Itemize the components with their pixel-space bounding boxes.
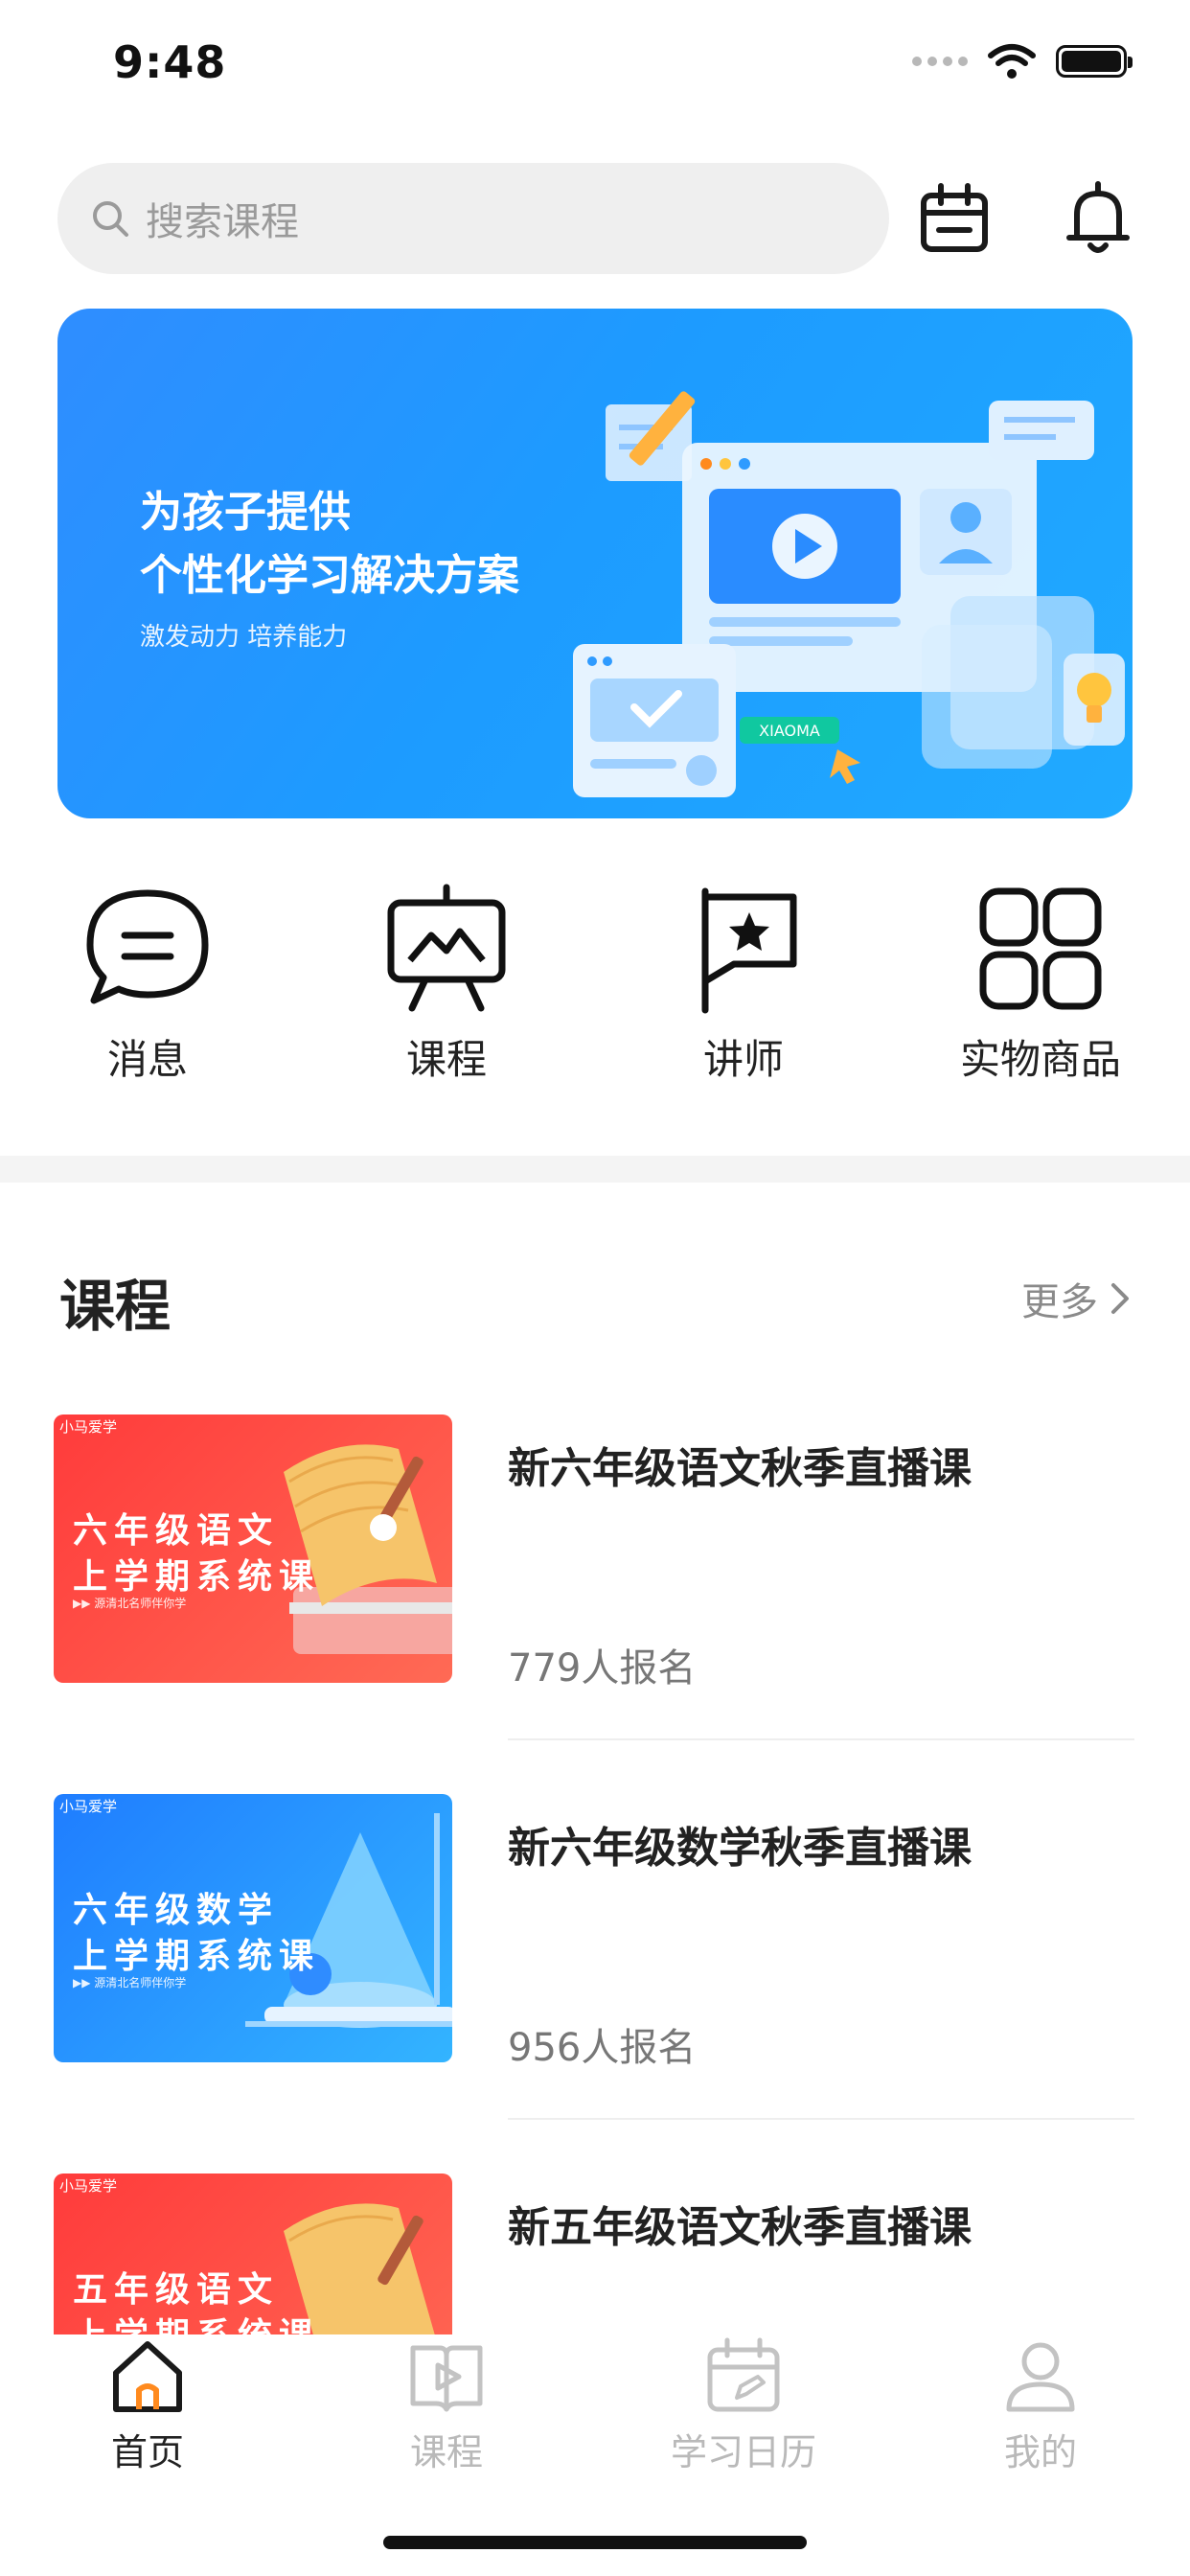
thumb-line1: 六年级数学 — [73, 1891, 280, 1930]
home-indicator — [383, 2536, 807, 2549]
quick-nav: 消息 课程 讲师 实物商品 — [0, 882, 1190, 1102]
course-separator — [508, 1738, 1134, 1740]
presentation-board-icon — [387, 884, 506, 1012]
banner-title-line1: 为孩子提供 — [140, 488, 351, 537]
battery-icon — [1056, 45, 1133, 78]
section-divider — [0, 1156, 1190, 1183]
thumb-brand: 小马爱学 — [59, 1798, 118, 1815]
section-title: 课程 — [59, 1274, 172, 1339]
quick-nav-label: 消息 — [106, 1036, 188, 1083]
course-title: 新六年级语文秋季直播课 — [508, 1444, 972, 1493]
chat-icon — [86, 889, 209, 1004]
thumb-tag: ▶▶ 源清北名师伴你学 — [73, 1597, 187, 1610]
thumb-brand: 小马爱学 — [59, 2177, 118, 2195]
quick-nav-label: 课程 — [405, 1036, 487, 1083]
home-icon — [113, 2341, 182, 2412]
course-card[interactable]: 小马爱学 六年级语文 上学期系统课 ▶▶ 源清北名师伴你学 新六年级语文秋季直播… — [0, 1414, 1190, 1794]
search-input[interactable]: 搜索课程 — [57, 163, 889, 274]
course-separator — [508, 2118, 1134, 2120]
course-thumbnail: 小马爱学 六年级语文 上学期系统课 ▶▶ 源清北名师伴你学 — [54, 1414, 452, 1683]
calendar-icon[interactable] — [914, 178, 995, 259]
status-bar: 9:48 — [0, 0, 1190, 134]
calendar-edit-icon — [707, 2337, 780, 2412]
course-title: 新五年级语文秋季直播课 — [508, 2203, 972, 2252]
chevron-right-icon — [1111, 1283, 1129, 1314]
quick-nav-products[interactable]: 实物商品 — [926, 882, 1156, 1086]
banner-illustration: XIAOMA — [573, 391, 1125, 797]
banner-subtitle: 激发动力 培养能力 — [140, 623, 348, 652]
banner-title-line2: 个性化学习解决方案 — [140, 551, 519, 600]
banner-title: 为孩子提供 个性化学习解决方案 — [140, 481, 519, 608]
course-enroll-count: 956人报名 — [508, 2026, 697, 2070]
tab-profile[interactable]: 我的 — [926, 2334, 1156, 2475]
banner-art-tag: XIAOMA — [759, 722, 820, 740]
star-flag-icon — [701, 887, 797, 1014]
video-book-icon — [410, 2345, 483, 2412]
thumb-line1: 五年级语文 — [73, 2270, 280, 2310]
status-time: 9:48 — [113, 36, 227, 88]
tab-label: 首页 — [110, 2431, 184, 2473]
quick-nav-messages[interactable]: 消息 — [33, 882, 263, 1086]
quick-nav-teachers[interactable]: 讲师 — [629, 882, 858, 1086]
wifi-icon — [988, 44, 1036, 79]
tab-study-calendar[interactable]: 学习日历 — [629, 2334, 858, 2475]
tab-home[interactable]: 首页 — [33, 2334, 263, 2475]
status-icons — [912, 42, 1133, 80]
more-link[interactable]: 更多 — [1021, 1271, 1134, 1326]
thumb-line2: 上学期系统课 — [73, 1937, 321, 1976]
person-icon — [1006, 2342, 1075, 2412]
search-placeholder: 搜索课程 — [146, 200, 299, 244]
course-title: 新六年级数学秋季直播课 — [508, 1824, 972, 1873]
signal-icon — [912, 57, 968, 66]
quick-nav-label: 实物商品 — [959, 1036, 1121, 1083]
four-squares-icon — [979, 887, 1102, 1010]
quick-nav-label: 讲师 — [702, 1036, 784, 1083]
thumb-brand: 小马爱学 — [59, 1418, 118, 1436]
promo-banner[interactable]: 为孩子提供 个性化学习解决方案 激发动力 培养能力 XIAOMA — [57, 309, 1133, 818]
thumb-line1: 六年级语文 — [73, 1511, 280, 1551]
course-thumbnail: 小马爱学 六年级数学 上学期系统课 ▶▶ 源清北名师伴你学 — [54, 1794, 452, 2062]
more-label: 更多 — [1021, 1280, 1098, 1324]
search-icon — [93, 201, 128, 237]
course-card[interactable]: 小马爱学 六年级数学 上学期系统课 ▶▶ 源清北名师伴你学 新六年级数学秋季直播… — [0, 1794, 1190, 2174]
quick-nav-courses[interactable]: 课程 — [332, 882, 561, 1086]
thumb-line2: 上学期系统课 — [73, 1557, 321, 1597]
thumb-tag: ▶▶ 源清北名师伴你学 — [73, 1976, 187, 1990]
tab-label: 我的 — [1003, 2431, 1077, 2473]
bell-icon[interactable] — [1058, 178, 1138, 259]
tab-label: 学习日历 — [670, 2431, 816, 2473]
tab-label: 课程 — [409, 2431, 483, 2473]
course-enroll-count: 779人报名 — [508, 1646, 697, 1690]
tab-courses[interactable]: 课程 — [332, 2334, 561, 2475]
